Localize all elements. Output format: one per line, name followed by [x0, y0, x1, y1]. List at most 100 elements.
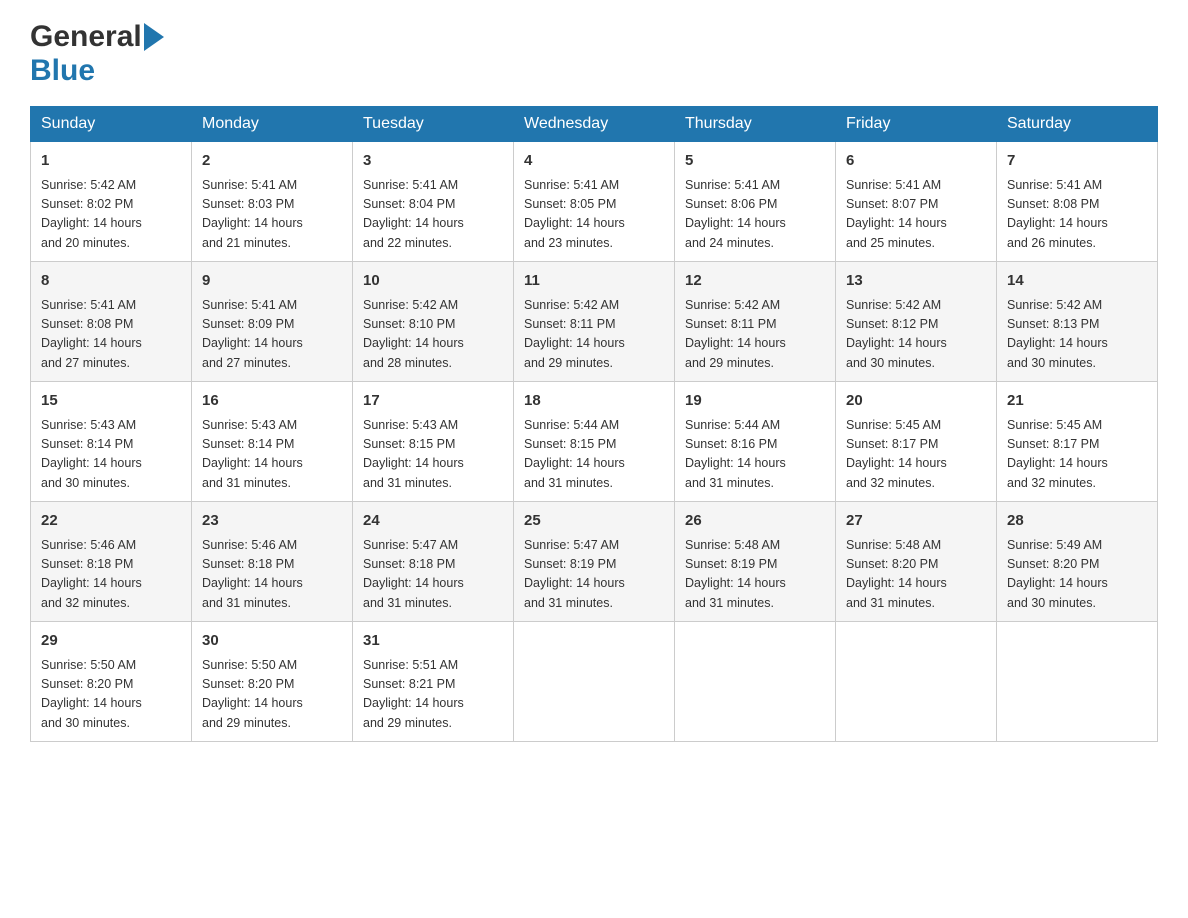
- day-number: 21: [1007, 390, 1147, 413]
- day-number: 19: [685, 390, 825, 413]
- day-info: Sunrise: 5:41 AMSunset: 8:06 PMDaylight:…: [685, 176, 825, 254]
- logo-blue-text: Blue: [30, 54, 95, 88]
- day-cell: 10Sunrise: 5:42 AMSunset: 8:10 PMDayligh…: [353, 262, 514, 382]
- day-info: Sunrise: 5:44 AMSunset: 8:15 PMDaylight:…: [524, 416, 664, 494]
- day-cell: 30Sunrise: 5:50 AMSunset: 8:20 PMDayligh…: [192, 622, 353, 742]
- week-row-3: 15 Sunrise: 5:43 AMSunset: 8:14 PMDayligh…: [31, 382, 1158, 502]
- day-number: 24: [363, 510, 503, 533]
- day-info: Sunrise: 5:45 AMSunset: 8:17 PMDaylight:…: [846, 416, 986, 494]
- day-cell: 11 Sunrise: 5:42 AMSunset: 8:11 PMDayligh…: [514, 262, 675, 382]
- day-info: Sunrise: 5:47 AMSunset: 8:18 PMDaylight:…: [363, 536, 503, 614]
- days-header-row: SundayMondayTuesdayWednesdayThursdayFrid…: [31, 107, 1158, 142]
- day-info: Sunrise: 5:50 AMSunset: 8:20 PMDaylight:…: [202, 656, 342, 734]
- day-info: Sunrise: 5:42 AMSunset: 8:11 PMDaylight:…: [685, 296, 825, 374]
- day-info: Sunrise: 5:50 AMSunset: 8:20 PMDaylight:…: [41, 656, 181, 734]
- day-cell: 9 Sunrise: 5:41 AMSunset: 8:09 PMDaylight…: [192, 262, 353, 382]
- week-row-2: 8Sunrise: 5:41 AMSunset: 8:08 PMDaylight…: [31, 262, 1158, 382]
- day-number: 6: [846, 150, 986, 173]
- day-info: Sunrise: 5:45 AMSunset: 8:17 PMDaylight:…: [1007, 416, 1147, 494]
- day-info: Sunrise: 5:41 AMSunset: 8:07 PMDaylight:…: [846, 176, 986, 254]
- day-info: Sunrise: 5:41 AMSunset: 8:05 PMDaylight:…: [524, 176, 664, 254]
- day-number: 1: [41, 150, 181, 173]
- day-number: 3: [363, 150, 503, 173]
- day-number: 20: [846, 390, 986, 413]
- day-info: Sunrise: 5:42 AMSunset: 8:11 PMDaylight:…: [524, 296, 664, 374]
- day-number: 14: [1007, 270, 1147, 293]
- day-number: 18: [524, 390, 664, 413]
- day-number: 29: [41, 630, 181, 653]
- day-number: 15: [41, 390, 181, 413]
- day-info: Sunrise: 5:41 AMSunset: 8:08 PMDaylight:…: [41, 296, 181, 374]
- day-cell: 21 Sunrise: 5:45 AMSunset: 8:17 PMDayligh…: [997, 382, 1158, 502]
- day-cell: 24 Sunrise: 5:47 AMSunset: 8:18 PMDayligh…: [353, 502, 514, 622]
- day-info: Sunrise: 5:48 AMSunset: 8:19 PMDaylight:…: [685, 536, 825, 614]
- day-number: 23: [202, 510, 342, 533]
- logo-arrow-icon: [144, 23, 164, 51]
- day-info: Sunrise: 5:42 AMSunset: 8:13 PMDaylight:…: [1007, 296, 1147, 374]
- day-cell: 16 Sunrise: 5:43 AMSunset: 8:14 PMDayligh…: [192, 382, 353, 502]
- day-number: 16: [202, 390, 342, 413]
- day-number: 26: [685, 510, 825, 533]
- day-info: Sunrise: 5:42 AMSunset: 8:10 PMDaylight:…: [363, 296, 503, 374]
- day-cell: 3 Sunrise: 5:41 AMSunset: 8:04 PMDaylight…: [353, 142, 514, 262]
- day-number: 4: [524, 150, 664, 173]
- day-cell: [836, 622, 997, 742]
- day-info: Sunrise: 5:43 AMSunset: 8:15 PMDaylight:…: [363, 416, 503, 494]
- day-info: Sunrise: 5:49 AMSunset: 8:20 PMDaylight:…: [1007, 536, 1147, 614]
- week-row-5: 29 Sunrise: 5:50 AMSunset: 8:20 PMDayligh…: [31, 622, 1158, 742]
- day-info: Sunrise: 5:46 AMSunset: 8:18 PMDaylight:…: [202, 536, 342, 614]
- day-cell: 14 Sunrise: 5:42 AMSunset: 8:13 PMDayligh…: [997, 262, 1158, 382]
- day-number: 25: [524, 510, 664, 533]
- header-monday: Monday: [192, 107, 353, 142]
- day-number: 17: [363, 390, 503, 413]
- day-cell: 1Sunrise: 5:42 AMSunset: 8:02 PMDaylight…: [31, 142, 192, 262]
- day-number: 9: [202, 270, 342, 293]
- day-info: Sunrise: 5:43 AMSunset: 8:14 PMDaylight:…: [202, 416, 342, 494]
- page-header: General Blue: [30, 20, 1158, 88]
- header-thursday: Thursday: [675, 107, 836, 142]
- day-cell: 5 Sunrise: 5:41 AMSunset: 8:06 PMDaylight…: [675, 142, 836, 262]
- day-info: Sunrise: 5:48 AMSunset: 8:20 PMDaylight:…: [846, 536, 986, 614]
- header-friday: Friday: [836, 107, 997, 142]
- week-row-4: 22 Sunrise: 5:46 AMSunset: 8:18 PMDayligh…: [31, 502, 1158, 622]
- day-cell: 18 Sunrise: 5:44 AMSunset: 8:15 PMDayligh…: [514, 382, 675, 502]
- day-cell: 13 Sunrise: 5:42 AMSunset: 8:12 PMDayligh…: [836, 262, 997, 382]
- header-wednesday: Wednesday: [514, 107, 675, 142]
- day-info: Sunrise: 5:41 AMSunset: 8:09 PMDaylight:…: [202, 296, 342, 374]
- day-info: Sunrise: 5:43 AMSunset: 8:14 PMDaylight:…: [41, 416, 181, 494]
- day-number: 22: [41, 510, 181, 533]
- day-cell: 26 Sunrise: 5:48 AMSunset: 8:19 PMDayligh…: [675, 502, 836, 622]
- day-cell: 12 Sunrise: 5:42 AMSunset: 8:11 PMDayligh…: [675, 262, 836, 382]
- day-cell: 31Sunrise: 5:51 AMSunset: 8:21 PMDayligh…: [353, 622, 514, 742]
- day-number: 11: [524, 270, 664, 293]
- day-cell: 29 Sunrise: 5:50 AMSunset: 8:20 PMDayligh…: [31, 622, 192, 742]
- header-sunday: Sunday: [31, 107, 192, 142]
- day-number: 28: [1007, 510, 1147, 533]
- day-cell: [997, 622, 1158, 742]
- day-info: Sunrise: 5:51 AMSunset: 8:21 PMDaylight:…: [363, 656, 503, 734]
- day-info: Sunrise: 5:42 AMSunset: 8:12 PMDaylight:…: [846, 296, 986, 374]
- day-info: Sunrise: 5:44 AMSunset: 8:16 PMDaylight:…: [685, 416, 825, 494]
- day-number: 2: [202, 150, 342, 173]
- week-row-1: 1Sunrise: 5:42 AMSunset: 8:02 PMDaylight…: [31, 142, 1158, 262]
- day-cell: 6 Sunrise: 5:41 AMSunset: 8:07 PMDaylight…: [836, 142, 997, 262]
- day-cell: 19 Sunrise: 5:44 AMSunset: 8:16 PMDayligh…: [675, 382, 836, 502]
- day-number: 12: [685, 270, 825, 293]
- calendar-table: SundayMondayTuesdayWednesdayThursdayFrid…: [30, 106, 1158, 742]
- day-number: 5: [685, 150, 825, 173]
- logo: General Blue: [30, 20, 164, 88]
- day-cell: 23 Sunrise: 5:46 AMSunset: 8:18 PMDayligh…: [192, 502, 353, 622]
- day-cell: 27Sunrise: 5:48 AMSunset: 8:20 PMDayligh…: [836, 502, 997, 622]
- day-cell: 4 Sunrise: 5:41 AMSunset: 8:05 PMDaylight…: [514, 142, 675, 262]
- day-info: Sunrise: 5:41 AMSunset: 8:04 PMDaylight:…: [363, 176, 503, 254]
- day-info: Sunrise: 5:41 AMSunset: 8:03 PMDaylight:…: [202, 176, 342, 254]
- day-cell: 15 Sunrise: 5:43 AMSunset: 8:14 PMDayligh…: [31, 382, 192, 502]
- day-cell: 17 Sunrise: 5:43 AMSunset: 8:15 PMDayligh…: [353, 382, 514, 502]
- day-cell: 7Sunrise: 5:41 AMSunset: 8:08 PMDaylight…: [997, 142, 1158, 262]
- day-cell: [514, 622, 675, 742]
- day-number: 7: [1007, 150, 1147, 173]
- day-cell: 25Sunrise: 5:47 AMSunset: 8:19 PMDayligh…: [514, 502, 675, 622]
- header-saturday: Saturday: [997, 107, 1158, 142]
- day-cell: 22Sunrise: 5:46 AMSunset: 8:18 PMDayligh…: [31, 502, 192, 622]
- day-number: 13: [846, 270, 986, 293]
